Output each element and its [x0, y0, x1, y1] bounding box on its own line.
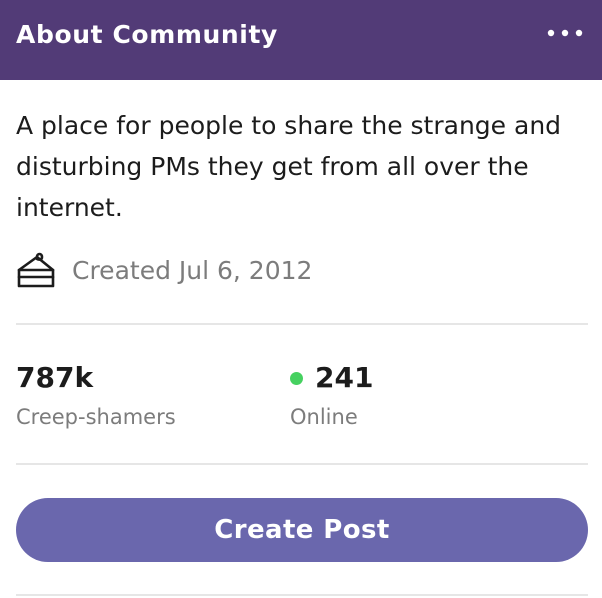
created-date-text: Created Jul 6, 2012: [72, 255, 313, 285]
community-description: A place for people to share the strange …: [16, 111, 562, 222]
members-label: Creep-shamers: [16, 405, 176, 429]
more-horizontal-icon[interactable]: [546, 27, 584, 39]
divider: [16, 594, 588, 596]
created-date-row: Created Jul 6, 2012: [16, 250, 312, 290]
online-status-dot: [290, 371, 303, 385]
members-stat: 787k Creep-shamers: [16, 360, 176, 432]
community-header: About Community: [0, 0, 602, 80]
divider: [16, 323, 588, 325]
online-label: Online: [290, 405, 358, 429]
create-post-button[interactable]: Create Post: [16, 498, 588, 562]
online-stat: 241 Online: [290, 360, 373, 432]
online-count: 241: [315, 361, 374, 394]
divider: [16, 463, 588, 465]
header-title: About Community: [16, 20, 278, 49]
cake-icon: [17, 252, 55, 288]
online-count-row: 241: [290, 360, 373, 396]
members-count: 787k: [16, 361, 94, 394]
